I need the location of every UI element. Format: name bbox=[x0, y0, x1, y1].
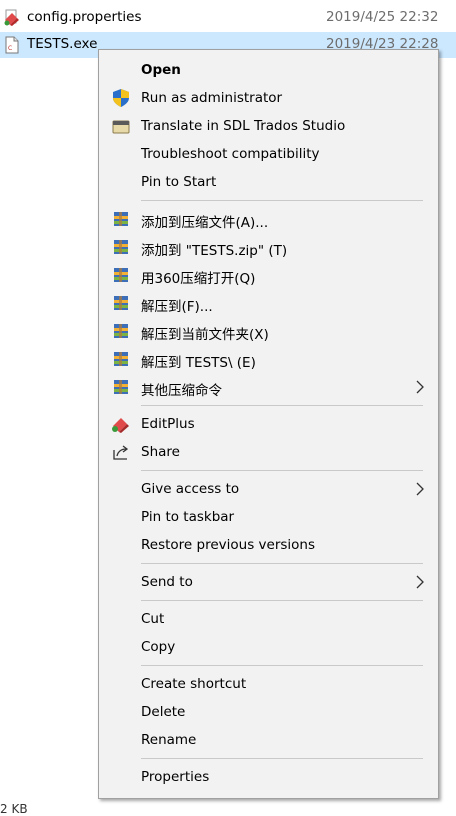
menu-item-label: Restore previous versions bbox=[141, 537, 316, 553]
menu-item-label: Pin to Start bbox=[141, 174, 217, 190]
menu-item-open[interactable]: Open bbox=[99, 56, 438, 84]
menu-separator bbox=[141, 405, 423, 406]
menu-item-label: Troubleshoot compatibility bbox=[141, 146, 320, 162]
share-icon bbox=[113, 445, 129, 460]
trados-icon bbox=[112, 120, 130, 134]
menu-item-label: Give access to bbox=[141, 481, 240, 497]
menu-item-restore-previous-versions[interactable]: Restore previous versions bbox=[99, 531, 438, 559]
menu-item-label: Translate in SDL Trados Studio bbox=[141, 118, 346, 134]
archive-icon bbox=[114, 212, 128, 226]
menu-item-editplus[interactable]: EditPlus bbox=[99, 410, 438, 438]
menu-item-give-access-to[interactable]: Give access to bbox=[99, 475, 438, 503]
menu-separator bbox=[141, 200, 423, 201]
menu-item-label: Rename bbox=[141, 732, 197, 748]
archive-icon bbox=[114, 380, 128, 394]
menu-item-label: Open bbox=[141, 62, 181, 78]
menu-item-run-as-administrator[interactable]: Run as administrator bbox=[99, 84, 438, 112]
shield-icon bbox=[113, 89, 129, 107]
menu-item-share[interactable]: Share bbox=[99, 438, 438, 466]
menu-item-send-to[interactable]: Send to bbox=[99, 568, 438, 596]
menu-item-troubleshoot[interactable]: Troubleshoot compatibility bbox=[99, 140, 438, 168]
menu-item-label: 解压到(F)... bbox=[141, 299, 213, 315]
menu-item-label: Pin to taskbar bbox=[141, 509, 235, 525]
menu-item-properties[interactable]: Properties bbox=[99, 763, 438, 791]
archive-icon bbox=[114, 268, 128, 282]
chevron-right-icon bbox=[416, 575, 424, 589]
menu-item-label: Delete bbox=[141, 704, 186, 720]
menu-item-label: Send to bbox=[141, 574, 193, 590]
menu-item-extract-here[interactable]: 解压到当前文件夹(X) bbox=[99, 317, 438, 345]
file-row-config[interactable]: config.properties 2019/4/25 22:32 bbox=[0, 5, 456, 31]
chevron-right-icon bbox=[416, 482, 424, 496]
menu-item-label: 解压到 TESTS\ (E) bbox=[141, 355, 256, 371]
menu-item-label: Copy bbox=[141, 639, 176, 655]
file-date: 2019/4/25 22:32 bbox=[326, 9, 439, 25]
menu-separator bbox=[141, 563, 423, 564]
menu-item-label: 其他压缩命令 bbox=[141, 383, 222, 399]
menu-item-label: 添加到 "TESTS.zip" (T) bbox=[141, 243, 288, 259]
menu-separator bbox=[141, 470, 423, 471]
file-name: TESTS.exe bbox=[27, 36, 98, 52]
properties-file-icon bbox=[4, 9, 19, 26]
menu-item-delete[interactable]: Delete bbox=[99, 698, 438, 726]
menu-item-cut[interactable]: Cut bbox=[99, 605, 438, 633]
file-size-fragment: 2 KB bbox=[0, 802, 28, 816]
file-name: config.properties bbox=[27, 9, 142, 25]
menu-item-extract-to-folder[interactable]: 解压到 TESTS\ (E) bbox=[99, 345, 438, 373]
menu-item-add-to-archive[interactable]: 添加到压缩文件(A)... bbox=[99, 205, 438, 233]
menu-item-label: Share bbox=[141, 444, 180, 460]
menu-separator bbox=[141, 758, 423, 759]
menu-item-label: Run as administrator bbox=[141, 90, 283, 106]
menu-item-other-compression[interactable]: 其他压缩命令 bbox=[99, 373, 438, 401]
menu-item-pin-to-taskbar[interactable]: Pin to taskbar bbox=[99, 503, 438, 531]
menu-item-rename[interactable]: Rename bbox=[99, 726, 438, 754]
archive-icon bbox=[114, 240, 128, 254]
archive-icon bbox=[114, 296, 128, 310]
context-menu: Open Run as administrator Translate in S… bbox=[98, 49, 439, 799]
archive-icon bbox=[114, 352, 128, 366]
menu-item-translate-trados[interactable]: Translate in SDL Trados Studio bbox=[99, 112, 438, 140]
menu-item-create-shortcut[interactable]: Create shortcut bbox=[99, 670, 438, 698]
menu-item-label: 添加到压缩文件(A)... bbox=[141, 215, 269, 231]
menu-item-label: Properties bbox=[141, 769, 210, 785]
chevron-right-icon bbox=[416, 380, 424, 394]
archive-icon bbox=[114, 324, 128, 338]
menu-item-label: Cut bbox=[141, 611, 165, 627]
menu-item-open-with-360[interactable]: 用360压缩打开(Q) bbox=[99, 261, 438, 289]
menu-separator bbox=[141, 600, 423, 601]
editplus-icon bbox=[112, 418, 129, 433]
svg-text:C: C bbox=[8, 45, 12, 52]
menu-item-pin-to-start[interactable]: Pin to Start bbox=[99, 168, 438, 196]
menu-item-copy[interactable]: Copy bbox=[99, 633, 438, 661]
exe-file-icon: C bbox=[5, 36, 19, 54]
menu-item-label: 解压到当前文件夹(X) bbox=[141, 327, 269, 343]
menu-separator bbox=[141, 665, 423, 666]
menu-item-label: Create shortcut bbox=[141, 676, 247, 692]
menu-item-extract-to[interactable]: 解压到(F)... bbox=[99, 289, 438, 317]
menu-item-label: 用360压缩打开(Q) bbox=[141, 271, 256, 287]
menu-item-label: EditPlus bbox=[141, 416, 195, 432]
menu-item-add-to-zip[interactable]: 添加到 "TESTS.zip" (T) bbox=[99, 233, 438, 261]
